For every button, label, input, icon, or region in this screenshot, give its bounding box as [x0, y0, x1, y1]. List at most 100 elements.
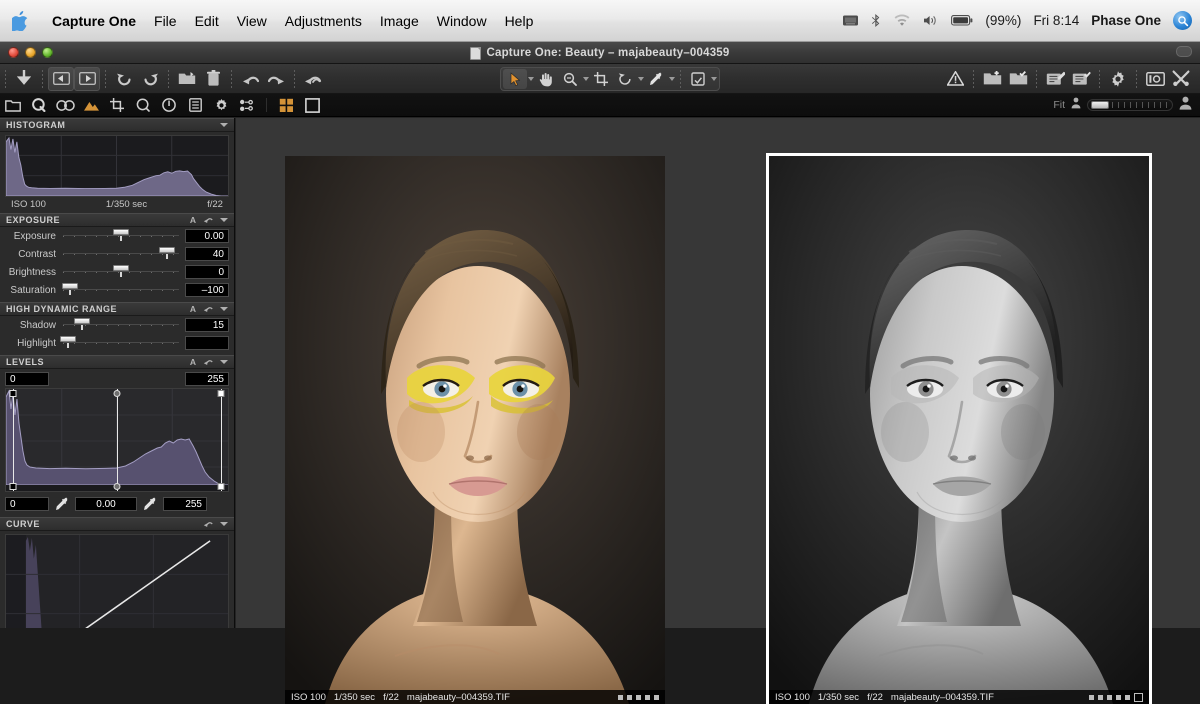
battery-icon[interactable]	[951, 15, 973, 26]
menu-item-image[interactable]: Image	[371, 11, 428, 31]
slider-knob-highlight[interactable]	[60, 336, 76, 342]
reset-arrow-icon[interactable]	[203, 300, 213, 318]
sidebar-item-settings[interactable]	[208, 95, 234, 116]
panel-header-histogram[interactable]: HISTOGRAM	[0, 118, 234, 132]
redo-button[interactable]	[263, 67, 289, 91]
volume-icon[interactable]	[923, 14, 939, 27]
minimize-button[interactable]	[25, 47, 36, 58]
star-4[interactable]	[645, 695, 650, 700]
star-1[interactable]	[618, 695, 623, 700]
histogram-graph[interactable]	[5, 135, 229, 197]
apple-logo-icon[interactable]	[12, 11, 29, 31]
reset-arrow-icon[interactable]	[203, 515, 213, 533]
folder-plus-icon[interactable]	[979, 67, 1005, 91]
auto-adjust-button[interactable]: A	[190, 357, 196, 367]
levels-gray-point-top[interactable]	[114, 390, 121, 397]
levels-input-white[interactable]: 255	[185, 372, 229, 386]
menu-item-file[interactable]: File	[145, 11, 186, 31]
panel-header-curve[interactable]: CURVE	[0, 517, 234, 531]
folder-check-icon[interactable]	[1005, 67, 1031, 91]
bluetooth-icon[interactable]	[871, 13, 881, 28]
caption-rating-stars[interactable]	[618, 695, 659, 700]
photo-bw-variant[interactable]: ISO 100 1/350 sec f/22 majabeauty–004359…	[769, 156, 1149, 704]
slider-value-exposure[interactable]: 0.00	[185, 229, 229, 243]
panel-header-exposure[interactable]: EXPOSURE A	[0, 213, 234, 227]
chevron-down-icon[interactable]	[220, 360, 228, 364]
levels-black-point-top[interactable]	[9, 390, 16, 397]
chevron-down-icon[interactable]	[669, 77, 675, 81]
star-3[interactable]	[1107, 695, 1112, 700]
copy-adjustments-icon[interactable]	[686, 69, 710, 89]
black-point-picker-icon[interactable]	[53, 496, 71, 511]
reset-button[interactable]	[300, 67, 326, 91]
toolbar-toggle-button[interactable]	[1176, 44, 1200, 62]
levels-white-point-bottom[interactable]	[218, 483, 225, 490]
slider-shadow[interactable]	[63, 316, 179, 334]
slider-knob-exposure[interactable]	[113, 229, 129, 235]
exposure-meter-icon[interactable]	[1142, 67, 1168, 91]
slider-value-brightness[interactable]: 0	[185, 265, 229, 279]
slider-value-contrast[interactable]: 40	[185, 247, 229, 261]
levels-black-point-bottom[interactable]	[9, 483, 16, 490]
levels-output-white[interactable]: 255	[163, 497, 207, 511]
note-edit-icon[interactable]	[1042, 67, 1068, 91]
grid-view-button[interactable]	[273, 95, 299, 116]
slider-highlight[interactable]	[63, 334, 179, 352]
close-button[interactable]	[8, 47, 19, 58]
warning-triangle-icon[interactable]	[942, 67, 968, 91]
panel-header-levels[interactable]: LEVELS A	[0, 355, 234, 369]
menu-item-capture-one[interactable]: Capture One	[43, 11, 145, 31]
undo-button[interactable]	[237, 67, 263, 91]
slider-knob-saturation[interactable]	[62, 283, 78, 289]
slider-value-saturation[interactable]: –100	[185, 283, 229, 297]
previous-image-button[interactable]	[48, 67, 74, 91]
sidebar-item-exposure[interactable]	[78, 95, 104, 116]
menu-item-window[interactable]: Window	[428, 11, 496, 31]
gear-icon[interactable]	[1105, 67, 1131, 91]
menu-item-view[interactable]: View	[228, 11, 276, 31]
photo-color-variant[interactable]: ISO 100 1/350 sec f/22 majabeauty–004359…	[285, 156, 665, 704]
trash-icon[interactable]	[200, 67, 226, 91]
auto-adjust-button[interactable]: A	[190, 304, 196, 314]
rotate-dial-icon[interactable]	[613, 69, 637, 89]
sidebar-item-adjustments[interactable]	[156, 95, 182, 116]
caption-rating-stars[interactable]	[1089, 693, 1143, 702]
magnifier-icon[interactable]	[558, 69, 582, 89]
chevron-down-icon[interactable]	[220, 218, 228, 222]
slider-value-shadow[interactable]: 15	[185, 318, 229, 332]
slider-knob-contrast[interactable]	[159, 247, 175, 253]
cursor-arrow-icon[interactable]	[503, 69, 527, 89]
clock-label[interactable]: Fri 8:14	[1033, 13, 1079, 28]
slider-knob-brightness[interactable]	[113, 265, 129, 271]
zoom-fit-label[interactable]: Fit	[1053, 99, 1065, 111]
open-folder-button[interactable]	[174, 67, 200, 91]
chevron-down-icon[interactable]	[220, 123, 228, 127]
star-1[interactable]	[1089, 695, 1094, 700]
curve-graph[interactable]	[5, 534, 229, 628]
wifi-icon[interactable]	[893, 14, 911, 27]
star-5[interactable]	[1125, 695, 1130, 700]
slider-knob-shadow[interactable]	[74, 318, 90, 324]
slider-exposure[interactable]	[63, 227, 179, 245]
single-view-button[interactable]	[299, 95, 325, 116]
user-menu-label[interactable]: Phase One	[1091, 13, 1161, 28]
slider-contrast[interactable]	[63, 245, 179, 263]
zoom-slider-knob[interactable]	[1091, 101, 1109, 109]
sidebar-item-details[interactable]	[130, 95, 156, 116]
next-image-button[interactable]	[74, 67, 100, 91]
sidebar-item-metadata[interactable]	[182, 95, 208, 116]
zoom-button[interactable]	[42, 47, 53, 58]
star-4[interactable]	[1116, 695, 1121, 700]
levels-histogram[interactable]	[5, 388, 229, 492]
star-5[interactable]	[654, 695, 659, 700]
tools-crossed-icon[interactable]	[1168, 67, 1194, 91]
chevron-down-icon[interactable]	[220, 307, 228, 311]
note-check-icon[interactable]	[1068, 67, 1094, 91]
slider-saturation[interactable]	[63, 281, 179, 299]
reset-arrow-icon[interactable]	[203, 353, 213, 371]
levels-output-black[interactable]: 0	[5, 497, 49, 511]
star-2[interactable]	[1098, 695, 1103, 700]
star-2[interactable]	[627, 695, 632, 700]
chevron-down-icon[interactable]	[711, 77, 717, 81]
menu-item-edit[interactable]: Edit	[186, 11, 228, 31]
